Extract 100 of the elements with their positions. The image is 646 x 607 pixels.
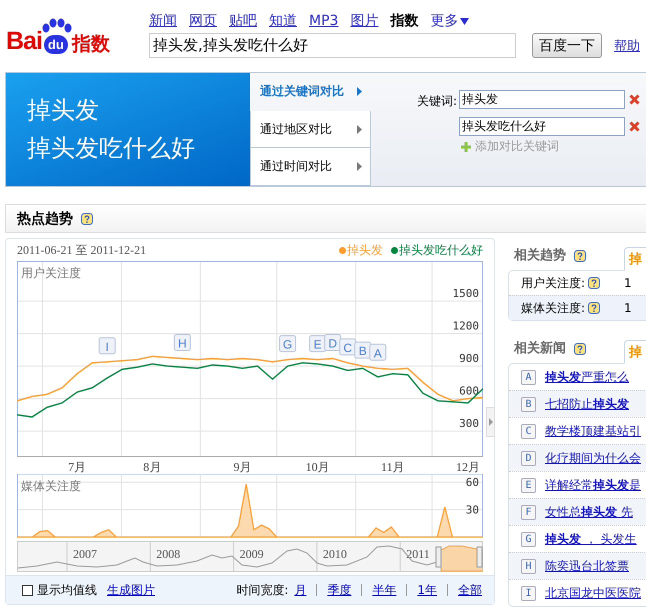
compare-tab[interactable]: 通过时间对比 [250,148,371,186]
y-tick-label: 1500 [452,287,479,300]
caret-icon [357,124,362,134]
x-tick-label: 10月 [306,460,330,474]
table-cell: 1 [624,276,632,290]
year-label: 2009 [240,547,264,561]
annotation: H [178,336,187,350]
time-range-link[interactable]: 1年 [417,582,437,598]
range-handle[interactable] [476,546,482,568]
logo-text: 指数 [72,35,110,54]
x-tick-label: 8月 [143,460,162,474]
event-marker[interactable]: D [324,334,342,351]
event-marker[interactable]: C [339,338,356,356]
x-tick-label: 9月 [233,460,252,474]
compare-tab[interactable]: 通过关键词对比 [250,73,371,111]
event-marker[interactable]: E [309,335,326,352]
search-button[interactable]: 百度一下 [532,33,602,58]
y-tick-label: 1200 [452,320,479,333]
year-label: 2007 [73,547,97,561]
event-marker[interactable]: G [279,335,296,352]
nav-link[interactable]: 贴吧 [229,12,257,30]
annotation: I [106,340,109,354]
compare-tab[interactable]: 通过地区对比 [250,110,371,148]
table-cell: 媒体关注度: [521,300,586,316]
plus-icon [461,142,471,152]
section-title: 相关新闻 [514,340,566,357]
news-link[interactable]: 掉头发 ， 头发生 [545,530,637,548]
date-range: 2011-06-21 至 2011-12-21 [17,242,146,258]
close-icon[interactable] [629,121,640,132]
logo-text: Bai [6,29,42,54]
annotation: B [358,344,367,358]
section-title: 相关趋势 [514,246,566,264]
caret-icon [460,18,470,24]
logo-badge: du [44,35,68,54]
news-letter-badge: A [521,370,536,384]
nav-link[interactable]: MP3 [309,13,338,29]
time-range-link[interactable]: 全部 [458,582,482,598]
y-tick-label: 900 [459,352,479,366]
event-marker[interactable]: B [354,342,372,359]
help-icon[interactable] [588,302,600,314]
help-icon[interactable] [574,343,586,355]
chart-title: 媒体关注度 [21,479,81,493]
keyword-field[interactable]: 掉头发 [459,90,625,109]
checkbox[interactable] [22,584,33,596]
time-range-link[interactable]: 季度 [327,582,352,598]
news-letter-badge: F [521,504,536,520]
more-menu[interactable]: 更多 [430,12,470,30]
annotation: D [328,336,338,350]
news-link[interactable]: 详解经常掉头发是 [545,476,641,494]
annotation: C [343,340,352,355]
help-icon[interactable] [81,212,93,224]
caret-icon [357,86,362,96]
x-tick-label: 11月 [381,460,405,474]
range-handle[interactable] [436,546,442,568]
news-letter-badge: G [521,532,536,546]
x-tick-label: 7月 [68,460,86,474]
year-label: 2010 [322,547,347,561]
collapse-handle-icon[interactable] [486,407,495,437]
nav-link[interactable]: 指数 [390,12,418,30]
year-label: 2008 [156,547,180,561]
news-letter-badge: E [521,478,536,492]
news-link[interactable]: 教学楼顶建基站引 [545,422,641,440]
help-icon[interactable] [574,250,586,262]
chart-title: 用户关注度 [21,266,81,280]
time-range-link[interactable]: 半年 [372,582,396,598]
nav-link[interactable]: 新闻 [149,12,177,30]
news-link[interactable]: 掉头发严重怎么 [545,368,629,386]
help-link[interactable]: 帮助 [614,36,640,54]
legend-label: 掉头发吃什么好 [399,242,483,258]
event-marker[interactable]: A [369,344,386,361]
news-link[interactable]: 北京国龙中医医院 [545,584,641,602]
news-link[interactable]: 陈奕迅台北签票 [545,558,629,574]
news-link[interactable]: 七招防止掉头发 [545,396,629,412]
banner-title: 掉头发吃什么好 [27,133,196,164]
news-link[interactable]: 女性总掉头发 先 [545,504,633,520]
time-width-label: 时间宽度: [236,582,288,598]
time-range-link[interactable]: 月 [294,582,306,598]
checkbox-label: 显示均值线 [37,582,97,598]
close-icon[interactable] [629,94,640,105]
search-field[interactable]: 掉头发,掉头发吃什么好 [149,33,516,58]
event-marker[interactable]: I [98,337,116,354]
y-tick-label: 600 [459,384,479,398]
generate-image-link[interactable]: 生成图片 [107,582,155,598]
news-letter-badge: I [521,586,536,600]
legend-label: 掉头发 [347,242,383,258]
nav-link[interactable]: 图片 [350,12,378,30]
news-letter-badge: C [521,424,536,438]
caret-icon [357,162,362,172]
news-link[interactable]: 化疗期间为什么会 [545,450,641,466]
table-cell: 1 [624,301,632,315]
event-marker[interactable]: H [174,334,191,351]
keyword-field[interactable]: 掉头发吃什么好 [459,117,625,136]
year-label: 2011 [406,547,430,561]
nav-link[interactable]: 知道 [269,12,297,30]
news-letter-badge: D [521,450,536,466]
help-icon[interactable] [588,277,600,289]
banner-title: 掉头发 [27,95,100,126]
nav-link[interactable]: 网页 [189,12,217,30]
x-tick-label: 12月 [456,460,480,474]
annotation: A [374,346,382,360]
